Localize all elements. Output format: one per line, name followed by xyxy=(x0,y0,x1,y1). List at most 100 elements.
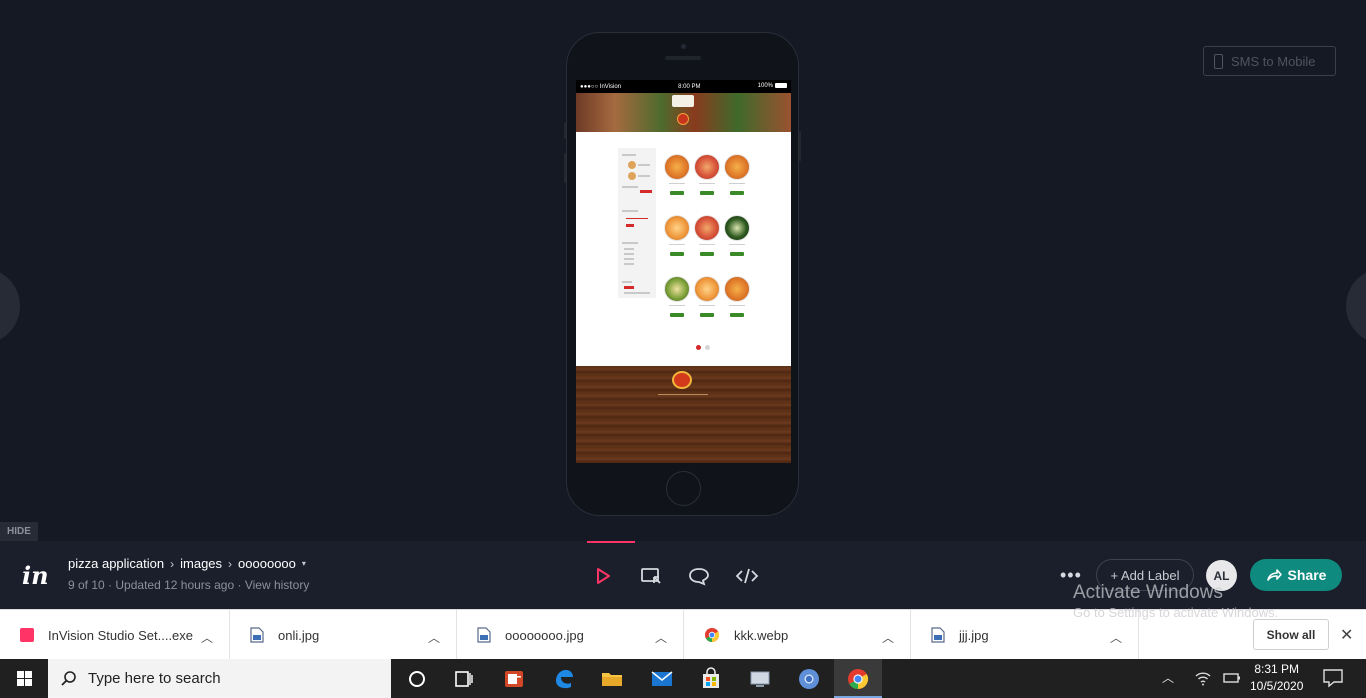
notifications-icon[interactable] xyxy=(1322,668,1344,688)
chevron-up-icon[interactable]: ︿ xyxy=(428,629,440,646)
code-mode-button[interactable] xyxy=(734,563,759,588)
phone-camera xyxy=(681,44,686,49)
pizza-thumbnail xyxy=(724,215,750,241)
download-item[interactable]: InVision Studio Set....exe ︿ xyxy=(0,610,230,660)
download-filename: onli.jpg xyxy=(278,627,320,643)
phone-side-button xyxy=(799,131,801,161)
download-item[interactable]: kkk.webp ︿ xyxy=(684,610,911,660)
battery-icon[interactable] xyxy=(1222,670,1242,686)
pizza-logo-badge xyxy=(672,371,692,389)
add-to-cart-button xyxy=(700,313,714,317)
download-filename: jjj.jpg xyxy=(959,627,989,643)
hotspot-icon xyxy=(640,567,661,584)
file-icon xyxy=(477,627,491,643)
inspect-mode-button[interactable] xyxy=(638,563,663,588)
preview-mode-button[interactable] xyxy=(590,563,615,588)
pizza-thumbnail xyxy=(664,154,690,180)
cortana-icon[interactable] xyxy=(405,667,429,691)
pizza-thumbnail xyxy=(694,154,720,180)
sidebar-line xyxy=(638,175,650,177)
carrier-text: ●●●○○ InVision xyxy=(580,83,622,90)
start-button[interactable] xyxy=(0,659,48,698)
phone-status-bar: ●●●○○ InVision 8:00 PM 100% xyxy=(576,80,791,93)
invision-installer-icon xyxy=(20,628,34,642)
pizza-caption-line xyxy=(669,305,685,306)
windows-logo-icon xyxy=(16,671,32,686)
breadcrumb-project[interactable]: pizza application xyxy=(68,556,164,571)
pizza-card xyxy=(664,154,690,195)
phone-home-button xyxy=(666,471,701,506)
mail-icon[interactable] xyxy=(650,667,674,691)
chevron-up-icon[interactable]: ︿ xyxy=(882,629,894,646)
add-to-cart-button xyxy=(730,191,744,195)
battery-icon xyxy=(775,83,787,89)
breadcrumb: pizza application › images › oooooooo ▾ xyxy=(68,556,306,571)
store-icon[interactable] xyxy=(699,667,723,691)
download-item[interactable]: oooooooo.jpg ︿ xyxy=(457,610,684,660)
close-icon[interactable]: ✕ xyxy=(1340,625,1353,645)
caret-down-icon[interactable]: ▾ xyxy=(302,559,306,568)
chevron-up-icon[interactable]: ︿ xyxy=(655,629,667,646)
pizza-caption-line xyxy=(729,183,745,184)
chrome-icon xyxy=(848,669,869,690)
invision-logo[interactable]: in xyxy=(22,561,49,590)
previous-screen-button[interactable] xyxy=(0,268,20,344)
comment-mode-button[interactable] xyxy=(686,563,711,588)
chrome-taskbar-button[interactable] xyxy=(834,659,882,698)
pizza-badge-icon xyxy=(677,113,689,125)
comment-icon xyxy=(688,567,709,586)
sms-to-mobile-button[interactable]: SMS to Mobile xyxy=(1203,46,1336,76)
next-screen-button[interactable] xyxy=(1346,268,1366,344)
clock-time: 8:31 PM xyxy=(1254,662,1300,676)
sidebar-accent xyxy=(626,218,648,219)
file-explorer-icon[interactable] xyxy=(600,667,624,691)
sidebar-line xyxy=(638,164,650,166)
code-icon xyxy=(735,568,758,583)
pizza-card xyxy=(724,276,750,317)
screen-meta: 9 of 10 · Updated 12 hours ago · View hi… xyxy=(68,578,309,592)
add-to-cart-button xyxy=(730,252,744,256)
download-item[interactable]: onli.jpg ︿ xyxy=(230,610,457,660)
breadcrumb-section[interactable]: images xyxy=(180,556,222,571)
sms-to-mobile-label: SMS to Mobile xyxy=(1231,53,1316,69)
chevron-up-icon[interactable]: ︿ xyxy=(1162,669,1174,686)
pizza-caption-line xyxy=(699,183,715,184)
download-filename: InVision Studio Set....exe xyxy=(48,627,194,643)
search-icon xyxy=(61,670,76,686)
show-all-downloads-button[interactable]: Show all xyxy=(1253,619,1329,650)
pagination-dots xyxy=(696,345,710,350)
pizza-caption-line xyxy=(699,305,715,306)
wood-footer-image xyxy=(576,366,791,463)
hide-toolbar-button[interactable]: HIDE xyxy=(0,522,38,541)
windows-taskbar: Type here to search ︿ 8:31 PM 10/5/2020 xyxy=(0,659,1366,698)
share-label: Share xyxy=(1287,567,1327,583)
breadcrumb-screen[interactable]: oooooooo xyxy=(238,556,296,571)
view-history-link[interactable]: View history xyxy=(245,578,309,592)
remote-desktop-icon[interactable] xyxy=(748,667,772,691)
pizza-thumbnail xyxy=(664,215,690,241)
sidebar-line xyxy=(624,253,634,255)
sidebar-accent xyxy=(626,224,634,227)
pizza-thumbnail xyxy=(694,276,720,302)
download-filename: kkk.webp xyxy=(734,627,789,643)
phone-frame: ●●●○○ InVision 8:00 PM 100% xyxy=(564,32,801,516)
taskbar-search[interactable]: Type here to search xyxy=(48,659,391,698)
wifi-icon[interactable] xyxy=(1194,669,1212,687)
system-clock[interactable]: 8:31 PM 10/5/2020 xyxy=(1250,661,1303,695)
chevron-up-icon[interactable]: ︿ xyxy=(1110,629,1122,646)
pizza-card xyxy=(724,215,750,256)
powerpoint-icon[interactable] xyxy=(502,667,526,691)
sidebar-accent xyxy=(624,286,634,289)
share-icon xyxy=(1266,569,1282,581)
task-view-icon[interactable] xyxy=(452,667,476,691)
prototype-screen[interactable]: ●●●○○ InVision 8:00 PM 100% xyxy=(576,80,791,463)
sidebar-line xyxy=(622,186,638,188)
file-icon xyxy=(250,627,264,643)
edge-icon[interactable] xyxy=(552,667,576,691)
sidebar-line xyxy=(622,154,636,156)
chromium-icon[interactable] xyxy=(797,667,821,691)
chevron-up-icon[interactable]: ︿ xyxy=(201,629,213,646)
sidebar-line xyxy=(622,281,632,283)
battery-indicator: 100% xyxy=(758,83,787,90)
footer-caption-line xyxy=(658,394,708,395)
